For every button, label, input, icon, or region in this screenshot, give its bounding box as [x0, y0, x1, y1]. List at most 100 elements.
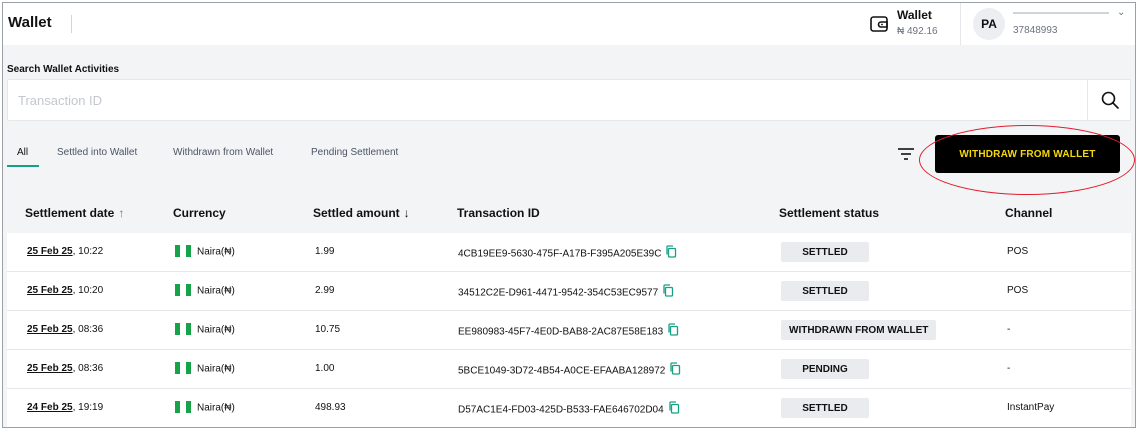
wallet-icon	[870, 16, 888, 32]
filter-icon	[898, 148, 914, 160]
user-divider	[960, 3, 961, 45]
settlement-date-link[interactable]: 25 Feb 25	[27, 285, 73, 296]
chevron-down-icon[interactable]: ⌄	[1117, 7, 1125, 18]
search-icon	[1101, 91, 1119, 109]
column-header-currency: Currency	[173, 206, 226, 220]
settlement-date-cell: 24 Feb 25, 19:19	[27, 402, 103, 413]
settled-amount-cell: 498.93	[315, 402, 346, 413]
transaction-id: 4CB19EE9-5630-475F-A17B-F395A205E39C	[458, 248, 662, 260]
table-row: 25 Feb 25, 10:22 Naira(₦) 1.99 4CB19EE9-563…	[7, 233, 1131, 272]
user-id: 37848993	[1013, 25, 1058, 36]
settlement-date-cell: 25 Feb 25, 10:20	[27, 285, 103, 296]
transaction-id: EE980983-45F7-4E0D-BAB8-2AC87E58E183	[458, 326, 664, 338]
wallet-label: Wallet	[897, 8, 932, 22]
currency-label: Naira(₦)	[197, 363, 235, 375]
avatar[interactable]: PA	[973, 8, 1005, 40]
currency-cell: Naira(₦)	[175, 401, 235, 414]
transaction-id: 34512C2E-D961-4471-9542-354C53EC9577	[458, 287, 659, 299]
status-badge: PENDING	[781, 359, 869, 379]
top-bar: Wallet Wallet ₦ 492.16 PA 37848993 ⌄	[3, 3, 1135, 45]
channel-cell: POS	[1007, 246, 1029, 257]
transaction-id: D57AC1E4-FD03-425D-B533-FAE646702D04	[458, 404, 664, 416]
table-row: 25 Feb 25, 08:36 Naira(₦) 10.75 EE980983-45…	[7, 311, 1131, 350]
search-button[interactable]	[1087, 80, 1131, 120]
channel-cell: -	[1007, 363, 1011, 374]
transaction-id-cell: 5BCE1049-3D72-4B54-A0CE-EFAABA128972	[458, 362, 681, 379]
column-header-channel: Channel	[1005, 206, 1053, 220]
tab-settled-into-wallet[interactable]: Settled into Wallet	[57, 147, 137, 158]
filter-button[interactable]	[895, 144, 917, 164]
settled-amount-cell: 1.00	[315, 363, 335, 374]
transaction-id-cell: D57AC1E4-FD03-425D-B533-FAE646702D04	[458, 401, 680, 418]
status-badge: SETTLED	[781, 242, 869, 262]
copy-icon[interactable]	[662, 284, 674, 300]
currency-cell: Naira(₦)	[175, 245, 235, 258]
currency-label: Naira(₦)	[197, 285, 235, 297]
search-input[interactable]	[8, 80, 1088, 120]
tab-withdrawn-from-wallet[interactable]: Withdrawn from Wallet	[173, 147, 273, 158]
nigeria-flag-icon	[175, 284, 191, 296]
settled-amount-cell: 1.99	[315, 246, 335, 257]
channel-cell: POS	[1007, 285, 1029, 296]
settled-amount-cell: 2.99	[315, 285, 335, 296]
sort-asc-icon[interactable]: ↑	[118, 206, 124, 220]
withdraw-from-wallet-button[interactable]: WITHDRAW FROM WALLET	[935, 135, 1120, 173]
transaction-id-cell: 4CB19EE9-5630-475F-A17B-F395A205E39C	[458, 245, 677, 262]
page-title: Wallet	[8, 14, 52, 31]
tab-pending-settlement[interactable]: Pending Settlement	[311, 147, 398, 158]
settlement-date-link[interactable]: 25 Feb 25	[27, 324, 73, 335]
channel-cell: -	[1007, 324, 1011, 335]
status-badge: SETTLED	[781, 398, 869, 418]
currency-cell: Naira(₦)	[175, 284, 235, 297]
active-tab-indicator	[7, 165, 39, 167]
column-header-settled-amount[interactable]: Settled amount ↓	[313, 206, 410, 220]
nigeria-flag-icon	[175, 245, 191, 257]
nigeria-flag-icon	[175, 362, 191, 374]
settlement-date-cell: 25 Feb 25, 08:36	[27, 324, 103, 335]
title-divider	[71, 15, 72, 33]
settlement-date-link[interactable]: 25 Feb 25	[27, 246, 73, 257]
copy-icon[interactable]	[667, 323, 679, 339]
search-label: Search Wallet Activities	[7, 64, 120, 75]
status-badge: WITHDRAWN FROM WALLET	[781, 320, 937, 340]
table-row: 25 Feb 25, 10:20 Naira(₦) 2.99 34512C2E-D96…	[7, 272, 1131, 311]
transaction-id-cell: EE980983-45F7-4E0D-BAB8-2AC87E58E183	[458, 323, 679, 340]
transaction-id: 5BCE1049-3D72-4B54-A0CE-EFAABA128972	[458, 365, 666, 377]
column-header-transaction-id: Transaction ID	[457, 206, 540, 220]
wallet-summary[interactable]: Wallet ₦ 492.16	[865, 3, 955, 45]
settlement-time: , 10:22	[72, 246, 104, 257]
settled-amount-cell: 10.75	[315, 324, 341, 335]
column-header-settlement-status: Settlement status	[779, 206, 880, 220]
copy-icon[interactable]	[668, 401, 680, 417]
tab-all[interactable]: All	[17, 147, 28, 158]
settlement-time: , 08:36	[72, 363, 104, 374]
wallet-page: Wallet Wallet ₦ 492.16 PA 37848993 ⌄ Sea…	[2, 2, 1136, 428]
table-row: 24 Feb 25, 19:19 Naira(₦) 498.93 D57AC1E4-F…	[7, 389, 1131, 427]
nigeria-flag-icon	[175, 401, 191, 413]
settlement-time: , 19:19	[72, 402, 104, 413]
settlement-date-cell: 25 Feb 25, 08:36	[27, 363, 103, 374]
table-row: 25 Feb 25, 08:36 Naira(₦) 1.00 5BCE1049-3D7…	[7, 350, 1131, 389]
search-field	[7, 79, 1131, 121]
nigeria-flag-icon	[175, 323, 191, 335]
status-badge: SETTLED	[781, 281, 869, 301]
settlement-time: , 08:36	[72, 324, 104, 335]
currency-cell: Naira(₦)	[175, 323, 235, 336]
copy-icon[interactable]	[669, 362, 681, 378]
column-header-settlement-date[interactable]: Settlement date ↑	[25, 206, 124, 220]
currency-label: Naira(₦)	[197, 324, 235, 336]
sort-desc-icon[interactable]: ↓	[404, 206, 410, 220]
copy-icon[interactable]	[665, 245, 677, 261]
user-name-redacted	[1013, 7, 1119, 17]
settlement-date-cell: 25 Feb 25, 10:22	[27, 246, 103, 257]
currency-label: Naira(₦)	[197, 246, 235, 258]
settlement-time: , 10:20	[72, 285, 104, 296]
settlement-date-link[interactable]: 24 Feb 25	[27, 402, 73, 413]
currency-label: Naira(₦)	[197, 402, 235, 414]
channel-cell: InstantPay	[1007, 402, 1055, 413]
currency-cell: Naira(₦)	[175, 362, 235, 375]
table-header: Settlement date ↑ Currency Settled amount…	[7, 191, 1131, 231]
transaction-id-cell: 34512C2E-D961-4471-9542-354C53EC9577	[458, 284, 674, 301]
wallet-balance: ₦ 492.16	[897, 26, 938, 37]
settlement-date-link[interactable]: 25 Feb 25	[27, 363, 73, 374]
